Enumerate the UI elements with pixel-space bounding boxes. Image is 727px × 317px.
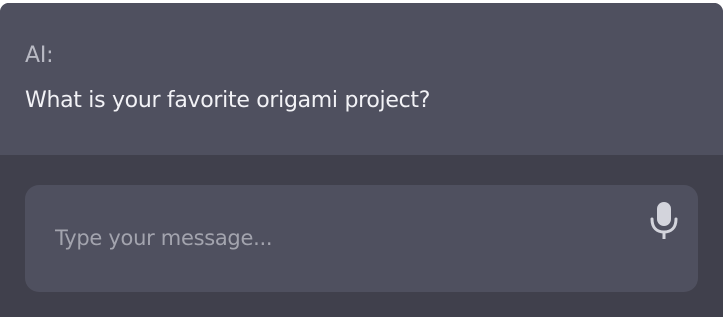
message-input-box[interactable] bbox=[25, 185, 698, 292]
microphone-icon bbox=[650, 202, 678, 239]
message-text: What is your favorite origami project? bbox=[25, 88, 431, 113]
composer-area bbox=[0, 155, 723, 317]
ai-message: AI: What is your favorite origami projec… bbox=[0, 3, 723, 155]
chat-window: AI: What is your favorite origami projec… bbox=[0, 3, 723, 317]
speaker-label: AI: bbox=[25, 43, 54, 68]
message-input[interactable] bbox=[55, 221, 615, 255]
microphone-button[interactable] bbox=[649, 201, 679, 241]
